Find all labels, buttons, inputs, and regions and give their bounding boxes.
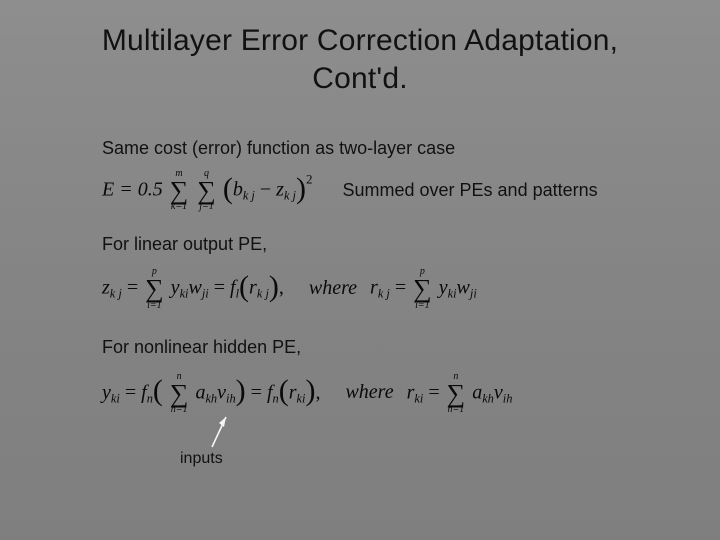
var-z: z: [102, 277, 110, 299]
sub: ki: [111, 391, 120, 405]
sub: kh: [482, 391, 494, 405]
text-cost-function: Same cost (error) function as two-layer …: [102, 138, 680, 159]
inputs-label: inputs: [180, 450, 223, 467]
var-y: y: [171, 277, 180, 299]
var-r: r: [289, 381, 297, 403]
var-w: w: [457, 277, 470, 299]
paren-close: ): [296, 172, 306, 205]
sub: ki: [448, 287, 457, 301]
sum-lower: j=1: [197, 202, 216, 212]
minus: −: [255, 178, 276, 200]
sub: k j: [284, 189, 296, 203]
sum-lower: h=1: [447, 405, 466, 415]
eq1-lhs: E = 0.5: [102, 178, 163, 200]
var-r: r: [249, 277, 257, 299]
equation-2-row: zk j = p ∑ i=1 ykiwji = fl(rk j), where …: [102, 267, 680, 310]
sub: n: [273, 391, 279, 405]
var-w: w: [189, 277, 202, 299]
equals: =: [246, 381, 267, 403]
equation-3-row: yki = fn( n ∑ h=1 akhvih) = fn(rki), whe…: [102, 372, 680, 415]
sub: k j: [257, 287, 269, 301]
var-a: a: [195, 381, 205, 403]
sum-symbol: p ∑ i=1: [145, 267, 164, 310]
sub: kh: [205, 391, 217, 405]
sum-symbol: m ∑ k=1: [170, 169, 189, 212]
slide: Multilayer Error Correction Adaptation, …: [0, 0, 720, 540]
title-line-2: Cont'd.: [312, 62, 408, 95]
where-text: where: [345, 381, 398, 403]
title-line-1: Multilayer Error Correction Adaptation,: [102, 24, 618, 57]
sum-symbol: p ∑ i=1: [413, 267, 432, 310]
sum-symbol: q ∑ j=1: [197, 169, 216, 212]
paren-open: (: [153, 374, 163, 407]
sub: k j: [110, 287, 122, 301]
equals: =: [423, 381, 444, 403]
paren-open: (: [223, 172, 233, 205]
sum-symbol: n ∑ h=1: [447, 372, 466, 415]
equals: =: [209, 277, 230, 299]
var-z: z: [276, 178, 284, 200]
equation-linear-output: zk j = p ∑ i=1 ykiwji = fl(rk j), where …: [102, 267, 477, 310]
sub: ih: [226, 391, 236, 405]
sum-lower: h=1: [170, 405, 189, 415]
sub: n: [147, 391, 153, 405]
paren-open: (: [279, 374, 289, 407]
equals: =: [122, 277, 143, 299]
var-y: y: [439, 277, 448, 299]
sub: ji: [470, 287, 477, 301]
var-v: v: [217, 381, 226, 403]
slide-body: Same cost (error) function as two-layer …: [102, 138, 680, 444]
equation-nonlinear-hidden: yki = fn( n ∑ h=1 akhvih) = fn(rki), whe…: [102, 372, 512, 415]
sub: k j: [378, 287, 390, 301]
equals: =: [120, 381, 141, 403]
paren-close: ): [236, 374, 246, 407]
sub: k j: [243, 189, 255, 203]
equation-cost: E = 0.5 m ∑ k=1 q ∑ j=1 (bk j − zk j)2: [102, 169, 312, 212]
var-r: r: [370, 277, 378, 299]
equation-1-row: E = 0.5 m ∑ k=1 q ∑ j=1 (bk j − zk j)2 S…: [102, 169, 680, 212]
text-nonlinear-pe: For nonlinear hidden PE,: [102, 337, 680, 358]
where-text: where: [309, 277, 362, 299]
exponent: 2: [306, 172, 313, 187]
paren-close: ): [305, 374, 315, 407]
var-b: b: [233, 178, 243, 200]
text-linear-pe: For linear output PE,: [102, 234, 680, 255]
sum-symbol: n ∑ h=1: [170, 372, 189, 415]
sub: ih: [503, 391, 513, 405]
inputs-annotation: inputs: [180, 423, 680, 444]
sub: ki: [180, 287, 189, 301]
sum-lower: k=1: [170, 202, 189, 212]
var-y: y: [102, 381, 111, 403]
sub: ji: [202, 287, 209, 301]
comma: ,: [279, 277, 284, 299]
paren-open: (: [239, 270, 249, 303]
slide-title: Multilayer Error Correction Adaptation, …: [0, 22, 720, 97]
equals: =: [390, 277, 411, 299]
var-v: v: [494, 381, 503, 403]
text-summed-over: Summed over PEs and patterns: [342, 180, 597, 201]
var-a: a: [472, 381, 482, 403]
comma: ,: [315, 381, 320, 403]
sum-lower: i=1: [145, 301, 164, 311]
paren-close: ): [269, 270, 279, 303]
sum-lower: i=1: [413, 301, 432, 311]
arrow-icon: [202, 411, 232, 451]
